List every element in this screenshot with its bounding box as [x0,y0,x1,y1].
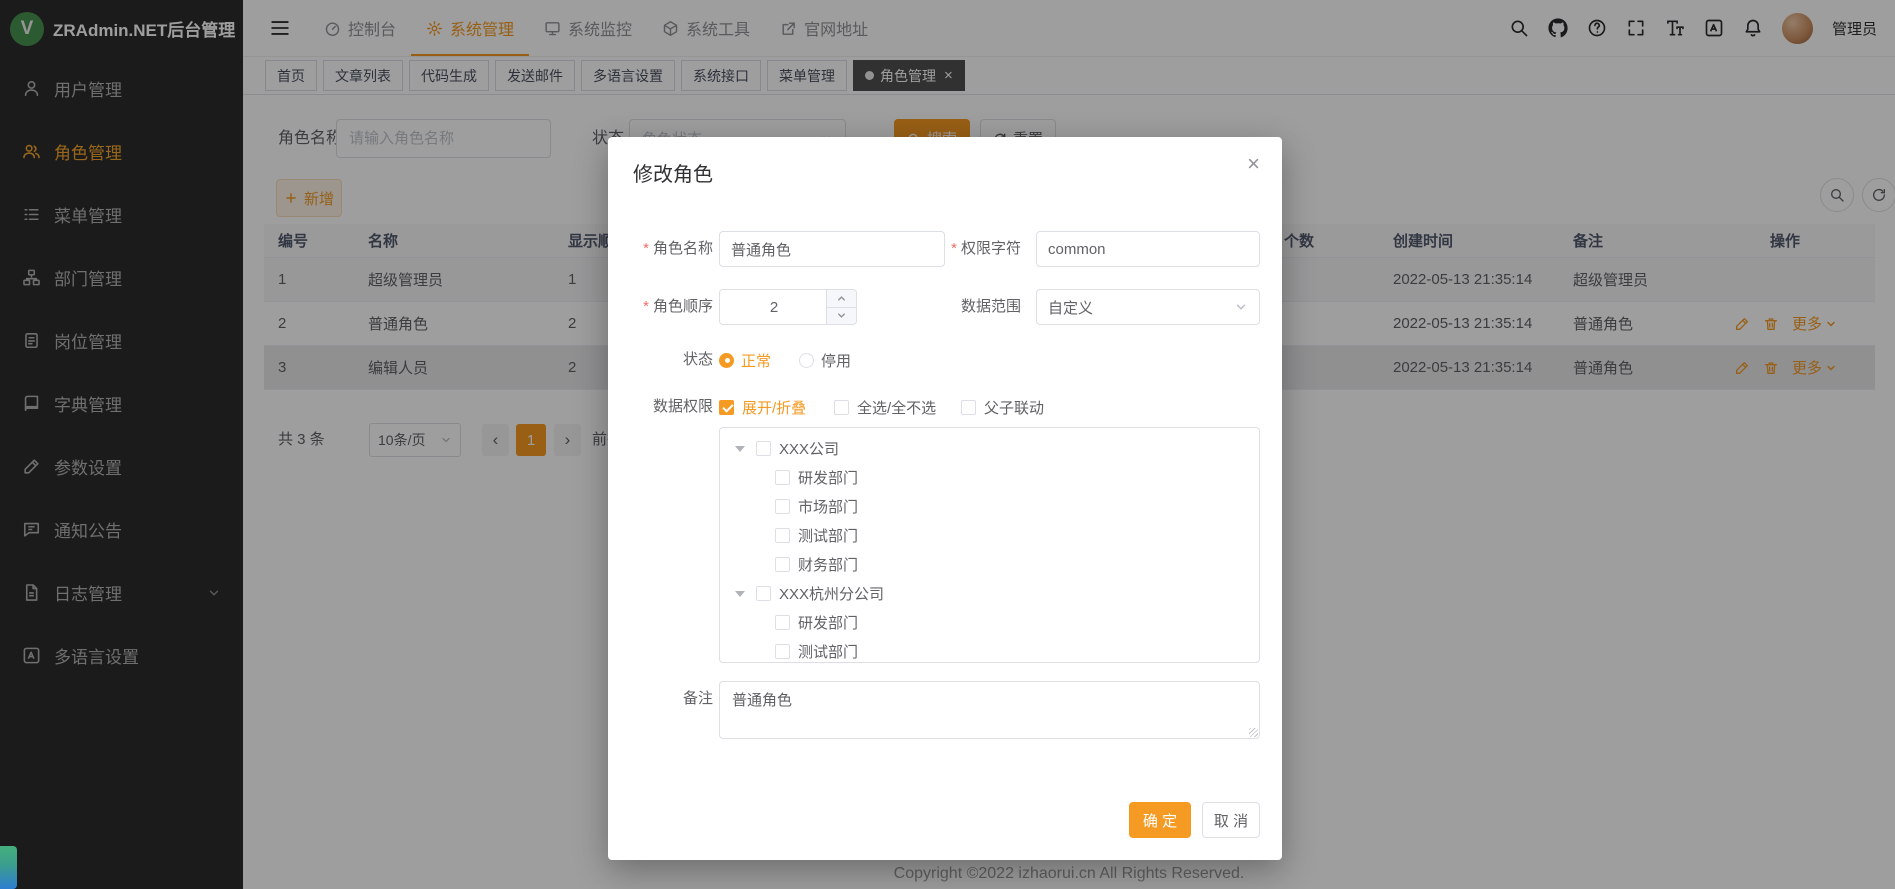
permission-tree: XXX公司 研发部门 市场部门 测试部门 财务部门 XXX杭州分公司 研发部门 [719,427,1260,663]
role-sort-stepper [719,289,857,325]
chevron-down-icon [1234,300,1248,314]
resize-handle[interactable] [1249,728,1258,737]
tree-node-dept[interactable]: 市场部门 [720,492,1259,521]
radio-status-disabled[interactable]: 停用 [799,350,851,371]
caret-down-icon[interactable] [735,446,745,452]
tree-node-dept[interactable]: 财务部门 [720,550,1259,579]
checkbox-select-all[interactable]: 全选/全不选 [834,389,936,425]
dev-tools-badge [0,846,17,889]
checkbox-parent-child-link[interactable]: 父子联动 [961,389,1044,425]
role-key-field-label: *权限字符 [908,231,1021,267]
radio-status-normal[interactable]: 正常 [719,350,771,371]
role-name-field-label: *角色名称 [608,231,713,267]
role-key-field[interactable] [1036,231,1260,267]
checkbox-unchecked-icon[interactable] [756,586,771,601]
remark-textarea[interactable]: 普通角色 [719,681,1260,739]
checkbox-unchecked-icon[interactable] [775,644,790,659]
radio-checked-icon [719,353,734,368]
tree-node-branch-company[interactable]: XXX杭州分公司 [720,579,1259,608]
required-asterisk: * [643,240,649,257]
dialog-title: 修改角色 [633,158,713,187]
data-perm-field-label: 数据权限 [608,389,713,425]
checkbox-checked-icon [719,400,734,415]
caret-down-icon[interactable] [735,591,745,597]
role-sort-field-label: *角色顺序 [608,289,713,325]
tree-node-dept[interactable]: 研发部门 [720,463,1259,492]
checkbox-unchecked-icon[interactable] [775,557,790,572]
tree-node-company[interactable]: XXX公司 [720,434,1259,463]
stepper-up-button[interactable] [827,290,856,308]
checkbox-expand-collapse[interactable]: 展开/折叠 [719,389,806,425]
edit-role-dialog: 修改角色 × *角色名称 *权限字符 *角色顺序 数据范围 自定义 状态 正常 … [608,137,1282,860]
radio-unchecked-icon [799,353,814,368]
required-asterisk: * [643,298,649,315]
tree-node-dept[interactable]: 研发部门 [720,608,1259,637]
checkbox-unchecked-icon[interactable] [775,615,790,630]
cancel-button[interactable]: 取 消 [1202,802,1260,838]
checkbox-unchecked-icon [834,400,849,415]
status-field-label: 状态 [608,342,713,378]
checkbox-unchecked-icon [961,400,976,415]
tree-node-dept[interactable]: 测试部门 [720,521,1259,550]
checkbox-unchecked-icon[interactable] [775,528,790,543]
close-icon[interactable]: × [1247,153,1260,175]
stepper-down-button[interactable] [827,308,856,325]
checkbox-unchecked-icon[interactable] [756,441,771,456]
data-scope-select[interactable]: 自定义 [1036,289,1260,325]
remark-field-label: 备注 [608,681,713,717]
checkbox-unchecked-icon[interactable] [775,499,790,514]
status-radio-group: 正常 停用 [719,342,851,378]
data-scope-field-label: 数据范围 [908,289,1021,325]
role-sort-input[interactable] [720,290,828,324]
tree-node-dept[interactable]: 测试部门 [720,637,1259,663]
checkbox-unchecked-icon[interactable] [775,470,790,485]
required-asterisk: * [951,240,957,257]
confirm-button[interactable]: 确 定 [1129,802,1191,838]
